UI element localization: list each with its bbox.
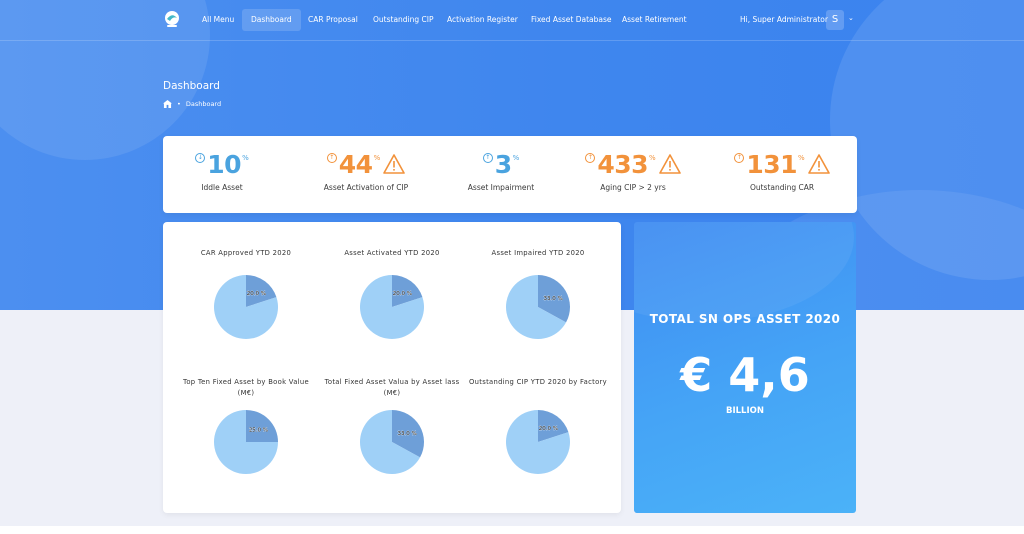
kpi-unit: %	[798, 154, 805, 162]
kpi-stats-card: ↓ 10 % Iddle Asset ↑ 44 % Asset Activati…	[163, 136, 857, 213]
pie-chart[interactable]: 25.0 %	[211, 407, 281, 477]
pie-chart[interactable]: 33.0 %	[357, 407, 427, 477]
kpi-outstanding-car: ↑ 131 % Outstanding CAR	[731, 150, 833, 192]
home-icon[interactable]	[163, 100, 172, 108]
pie-slice-label: 33.0 %	[398, 431, 417, 437]
kpi-value: 433	[597, 150, 649, 179]
kpi-unit: %	[373, 154, 381, 162]
nav-car-proposal[interactable]: CAR Proposal	[299, 9, 367, 31]
kpi-label: Asset Activation of CIP	[323, 183, 409, 192]
chart-title: Total Fixed Asset Valua by Asset lass (M…	[324, 378, 460, 397]
kpi-unit: %	[242, 154, 249, 162]
kpi-value: 3	[494, 150, 512, 179]
kpi-label: Outstanding CAR	[749, 183, 815, 192]
nav-asset-retirement[interactable]: Asset Retirement	[613, 9, 696, 31]
total-value: € 4,6	[680, 348, 810, 402]
chevron-down-icon[interactable]: ⌄	[848, 14, 854, 22]
pie-slice-label: 25.0 %	[249, 428, 268, 434]
chart-title: Outstanding CIP YTD 2020 by Factory	[469, 378, 607, 386]
pie-chart[interactable]: 20.0 %	[357, 272, 427, 342]
nav-fixed-asset-database[interactable]: Fixed Asset Database	[522, 9, 621, 31]
arrow-down-circle-icon: ↓	[195, 153, 206, 163]
pie-chart[interactable]: 20.0 %	[211, 272, 281, 342]
kpi-asset-activation: ↑ 44 % Asset Activation of CIP	[303, 150, 429, 192]
pie-slice-label: 20.0 %	[393, 291, 412, 297]
pie-slice[interactable]	[246, 410, 278, 442]
app-logo-icon[interactable]	[163, 10, 181, 28]
chart-title: Asset Impaired YTD 2020	[491, 249, 585, 257]
kpi-label: Aging CIP > 2 yrs	[600, 183, 666, 192]
chart-car-approved: CAR Approved YTD 2020 20.0 %	[176, 248, 316, 342]
total-unit: BILLION	[726, 406, 764, 416]
breadcrumb-current: Dashboard	[185, 100, 222, 108]
kpi-value: 131	[746, 150, 798, 179]
pie-slice-label: 33.0 %	[544, 296, 563, 302]
decor-circle	[634, 222, 854, 322]
arrow-up-circle-icon: ↑	[585, 153, 596, 163]
footer-bar	[0, 526, 1024, 534]
breadcrumb-separator: •	[177, 100, 181, 108]
nav-all-menu[interactable]: All Menu	[193, 9, 243, 31]
chart-top-ten-fixed-asset: Top Ten Fixed Asset by Book Value (M€) 2…	[176, 377, 316, 477]
page-title: Dashboard	[163, 80, 220, 92]
chart-title: Asset Activated YTD 2020	[344, 249, 440, 257]
kpi-value: 44	[338, 150, 373, 179]
kpi-aging-cip: ↑ 433 % Aging CIP > 2 yrs	[580, 150, 686, 192]
kpi-unit: %	[512, 154, 520, 162]
breadcrumb: • Dashboard	[163, 100, 221, 108]
chart-title: Top Ten Fixed Asset by Book Value (M€)	[183, 378, 309, 397]
nav-activation-register[interactable]: Activation Register	[438, 9, 527, 31]
chart-asset-impaired: Asset Impaired YTD 2020 33.0 %	[468, 248, 608, 342]
arrow-up-circle-icon: ↑	[326, 153, 337, 163]
warning-icon	[807, 154, 830, 174]
pie-chart[interactable]: 33.0 %	[503, 272, 573, 342]
kpi-value: 10	[207, 150, 242, 179]
user-greeting: Hi, Super Administrator	[740, 15, 828, 24]
pie-slice-label: 20.0 %	[539, 426, 558, 432]
chart-outstanding-cip: Outstanding CIP YTD 2020 by Factory 20.0…	[468, 377, 608, 477]
arrow-up-circle-icon: ↑	[734, 153, 745, 163]
nav-outstanding-cip[interactable]: Outstanding CIP	[364, 9, 443, 31]
chart-title: CAR Approved YTD 2020	[200, 249, 292, 257]
kpi-asset-impairment: ↑ 3 % Asset Impairment	[453, 150, 549, 192]
warning-icon	[383, 154, 406, 174]
arrow-up-circle-icon: ↑	[482, 153, 493, 163]
user-avatar[interactable]: S	[826, 10, 844, 30]
total-title: TOTAL SN OPS ASSET 2020	[649, 312, 841, 326]
kpi-idle-asset: ↓ 10 % Iddle Asset	[185, 150, 259, 192]
top-navbar: All Menu Dashboard CAR Proposal Outstand…	[0, 0, 1024, 41]
chart-asset-activated: Asset Activated YTD 2020 20.0 %	[322, 248, 462, 342]
warning-icon	[658, 154, 681, 174]
pie-chart[interactable]: 20.0 %	[503, 407, 573, 477]
kpi-label: Iddle Asset	[201, 183, 243, 192]
charts-card: CAR Approved YTD 2020 20.0 % Asset Activ…	[163, 222, 621, 513]
total-asset-card: TOTAL SN OPS ASSET 2020 € 4,6 BILLION	[634, 222, 856, 513]
kpi-unit: %	[649, 154, 656, 162]
pie-slice-label: 20.0 %	[247, 291, 266, 297]
nav-dashboard[interactable]: Dashboard	[242, 9, 301, 31]
kpi-label: Asset Impairment	[467, 183, 535, 192]
chart-total-fixed-asset-value: Total Fixed Asset Valua by Asset lass (M…	[322, 377, 462, 477]
